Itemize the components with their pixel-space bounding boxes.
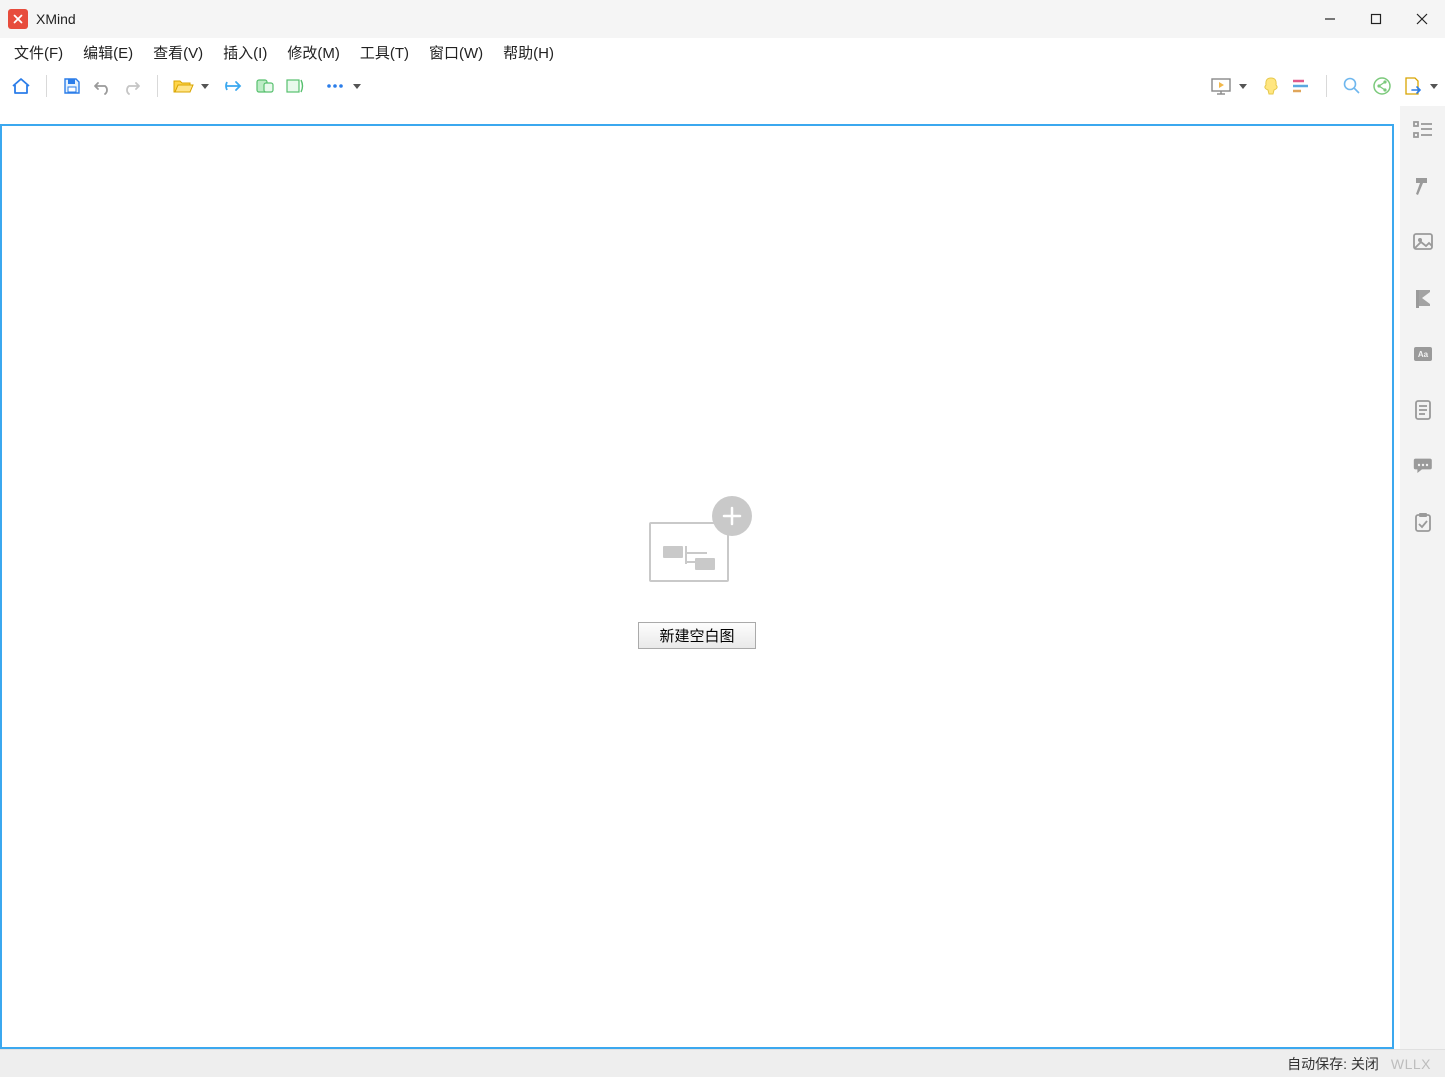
comments-icon[interactable] (1409, 452, 1437, 480)
svg-text:Aa: Aa (1417, 350, 1428, 359)
redo-button[interactable] (117, 71, 147, 101)
right-sidebar: Aa (1400, 106, 1445, 1049)
export-dropdown[interactable] (1429, 84, 1439, 89)
close-button[interactable] (1399, 0, 1445, 38)
open-button[interactable] (168, 71, 198, 101)
menu-modify[interactable]: 修改(M) (277, 38, 350, 67)
zoom-button[interactable] (1337, 71, 1367, 101)
new-blank-map[interactable]: 新建空白图 (638, 504, 755, 649)
menu-help[interactable]: 帮助(H) (493, 38, 564, 67)
brainstorm-button[interactable] (1256, 71, 1286, 101)
more-button[interactable] (320, 71, 350, 101)
statusbar: 自动保存: 关闭 WLLX (0, 1049, 1445, 1077)
menu-insert[interactable]: 插入(I) (213, 38, 277, 67)
format-icon[interactable] (1409, 172, 1437, 200)
window-controls (1307, 0, 1445, 38)
label-icon[interactable]: Aa (1409, 340, 1437, 368)
share-button[interactable] (1367, 71, 1397, 101)
new-blank-map-button[interactable]: 新建空白图 (638, 622, 755, 649)
app-title: XMind (36, 11, 76, 27)
canvas-wrap: 新建空白图 (0, 106, 1400, 1049)
presentation-dropdown[interactable] (1238, 84, 1248, 89)
home-canvas: 新建空白图 (0, 124, 1394, 1049)
export-button[interactable] (1397, 71, 1427, 101)
home-button[interactable] (6, 71, 36, 101)
toolbar-separator (1326, 75, 1327, 97)
task-icon[interactable] (1409, 508, 1437, 536)
marker-icon[interactable] (1409, 284, 1437, 312)
undo-button[interactable] (87, 71, 117, 101)
menu-file[interactable]: 文件(F) (4, 38, 73, 67)
toolbar-separator (46, 75, 47, 97)
summary-button[interactable] (280, 71, 310, 101)
maximize-button[interactable] (1353, 0, 1399, 38)
relationship-button[interactable] (220, 71, 250, 101)
watermark: WLLX (1391, 1056, 1431, 1072)
menu-window[interactable]: 窗口(W) (419, 38, 493, 67)
menubar: 文件(F) 编辑(E) 查看(V) 插入(I) 修改(M) 工具(T) 窗口(W… (0, 38, 1445, 66)
toolbar (0, 66, 1445, 106)
save-button[interactable] (57, 71, 87, 101)
menu-tools[interactable]: 工具(T) (350, 38, 419, 67)
workarea: 新建空白图 Aa (0, 106, 1445, 1049)
toolbar-separator (157, 75, 158, 97)
outline-icon[interactable] (1409, 116, 1437, 144)
menu-view[interactable]: 查看(V) (143, 38, 213, 67)
minimize-button[interactable] (1307, 0, 1353, 38)
notes-icon[interactable] (1409, 396, 1437, 424)
new-map-icon (649, 504, 744, 582)
gantt-button[interactable] (1286, 71, 1316, 101)
boundary-button[interactable] (250, 71, 280, 101)
app-logo-icon (8, 9, 28, 29)
titlebar: XMind (0, 0, 1445, 38)
image-icon[interactable] (1409, 228, 1437, 256)
autosave-status: 自动保存: 关闭 (1287, 1054, 1379, 1074)
more-dropdown[interactable] (352, 84, 362, 89)
plus-icon (712, 496, 752, 536)
presentation-button[interactable] (1206, 71, 1236, 101)
open-dropdown[interactable] (200, 84, 210, 89)
menu-edit[interactable]: 编辑(E) (73, 38, 143, 67)
